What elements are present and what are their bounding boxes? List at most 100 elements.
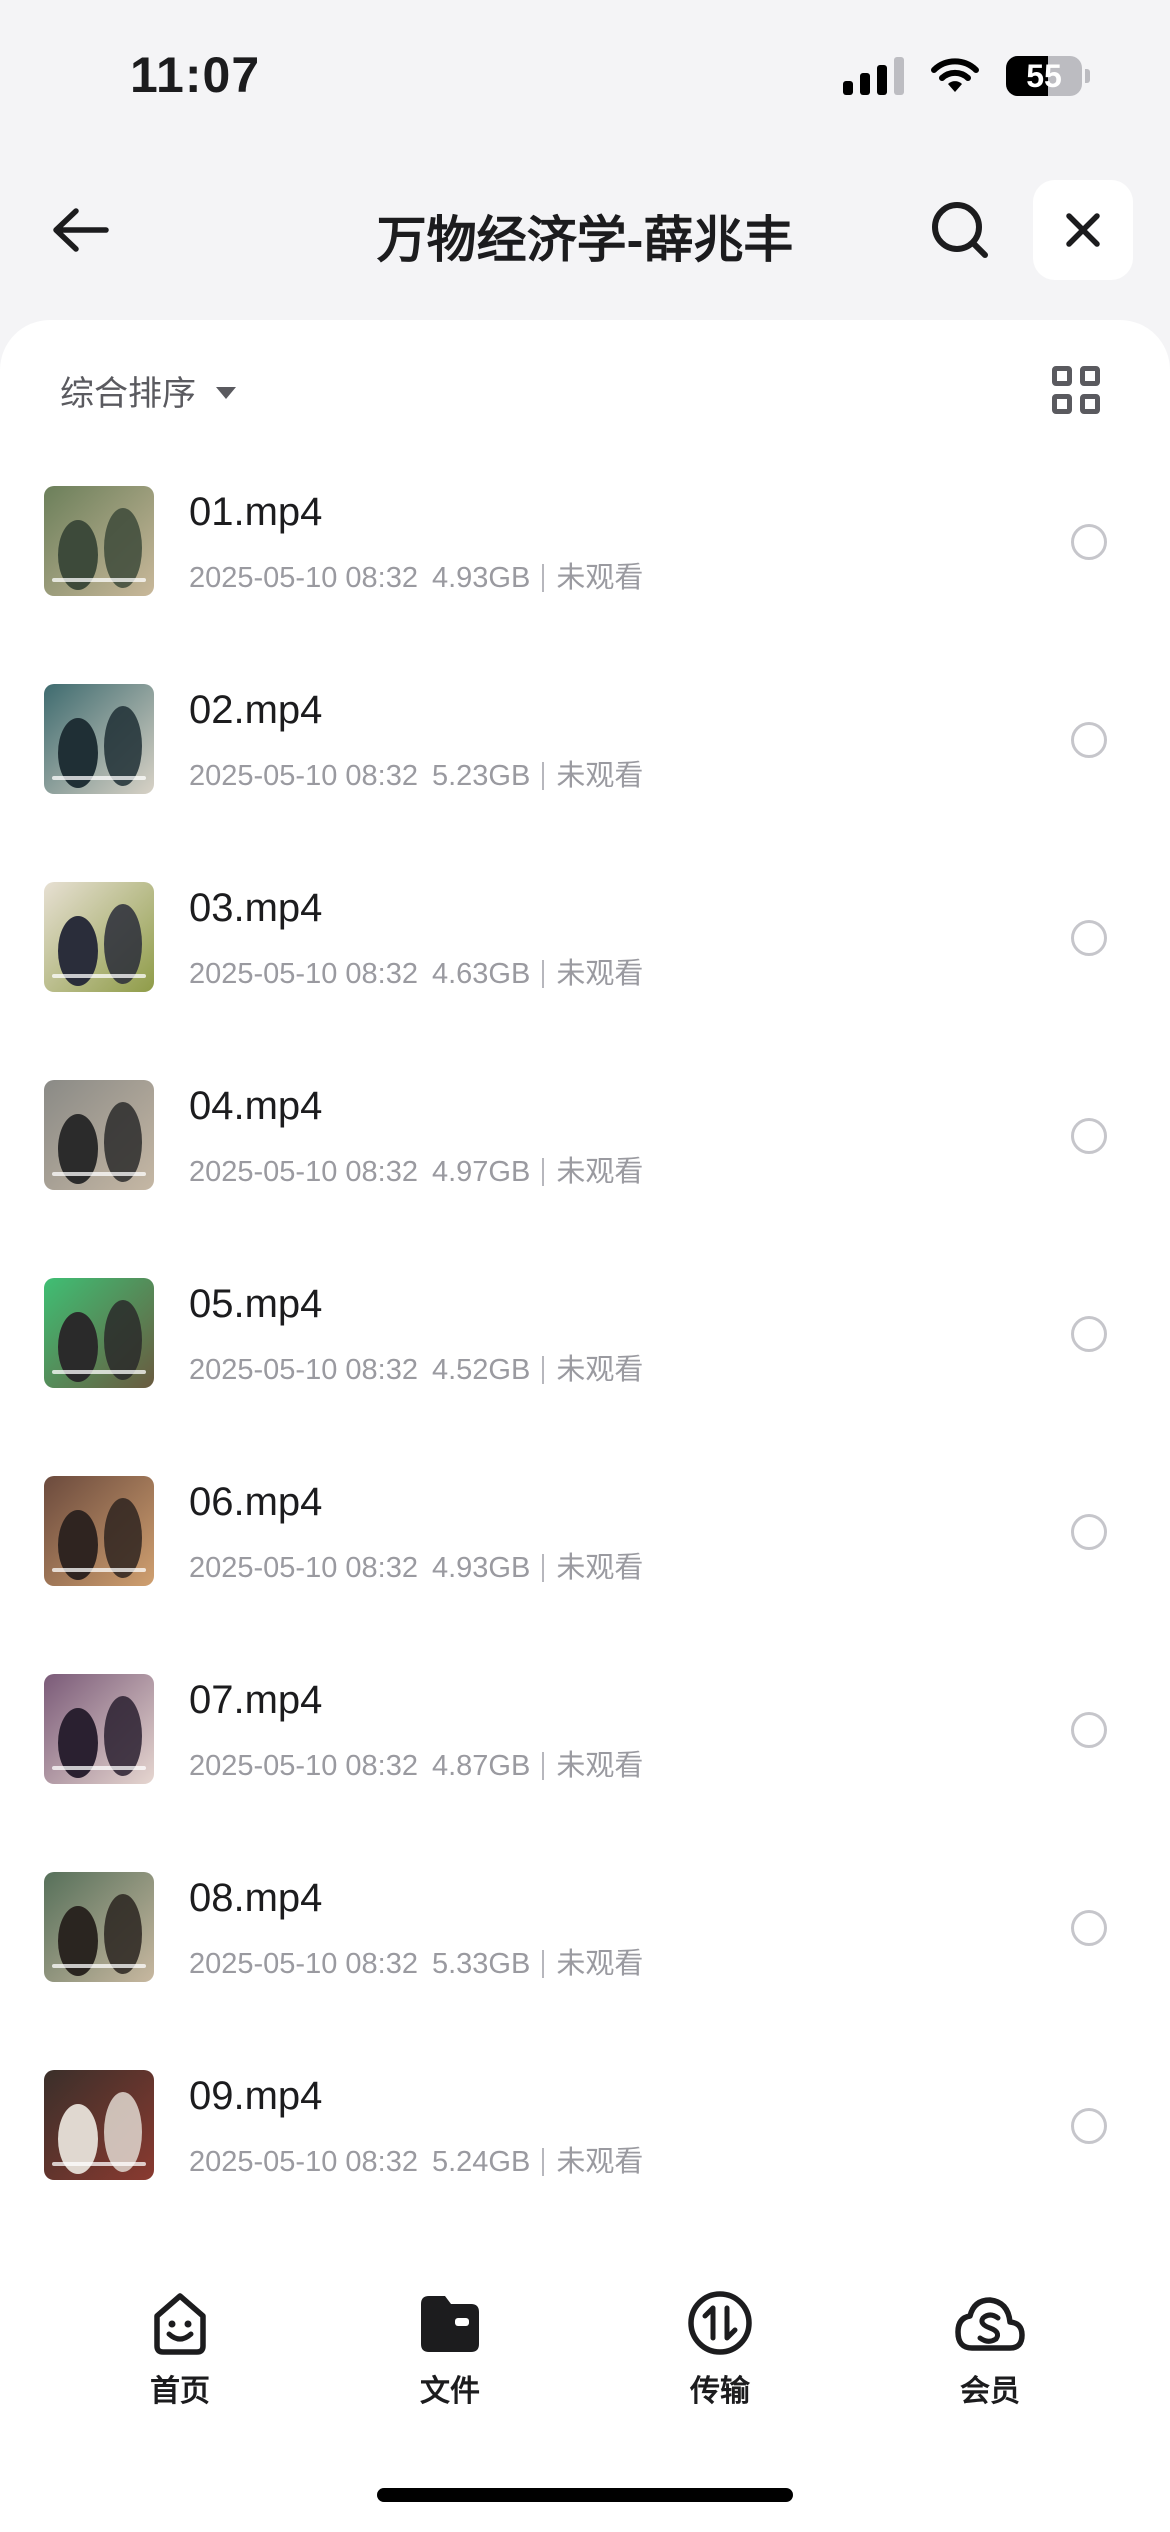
- file-meta: 2025-05-10 08:32 5.33GB 未观看: [189, 1940, 643, 1982]
- file-meta: 2025-05-10 08:32 4.93GB 未观看: [189, 554, 643, 596]
- file-size: 5.33GB: [431, 1948, 531, 1980]
- meta-divider: [542, 1950, 545, 1978]
- file-meta: 2025-05-10 08:32 4.63GB 未观看: [189, 950, 643, 992]
- video-thumbnail: [44, 1476, 154, 1586]
- video-thumbnail: [44, 2070, 154, 2180]
- file-date: 2025-05-10 08:32: [189, 1948, 418, 1980]
- video-thumbnail: [44, 684, 154, 794]
- file-row[interactable]: 03.mp4 2025-05-10 08:32 4.63GB 未观看: [0, 866, 1170, 1064]
- file-size: 5.24GB: [431, 2146, 531, 2178]
- file-size: 4.97GB: [431, 1156, 531, 1188]
- home-indicator: [377, 2488, 793, 2502]
- tab-files[interactable]: 文件: [380, 2288, 520, 2410]
- file-meta: 2025-05-10 08:32 5.23GB 未观看: [189, 752, 643, 794]
- folder-icon: [421, 2296, 479, 2352]
- file-date: 2025-05-10 08:32: [189, 760, 418, 792]
- select-radio[interactable]: [1071, 1910, 1107, 1946]
- sort-dropdown[interactable]: 综合排序: [60, 366, 236, 415]
- meta-divider: [542, 1752, 545, 1780]
- file-date: 2025-05-10 08:32: [189, 1354, 418, 1386]
- file-row[interactable]: 09.mp4 2025-05-10 08:32 5.24GB 未观看: [0, 2054, 1170, 2252]
- file-date: 2025-05-10 08:32: [189, 562, 418, 594]
- nav-header: 万物经济学-薛兆丰: [0, 160, 1170, 300]
- select-radio[interactable]: [1071, 1514, 1107, 1550]
- watch-status: 未观看: [556, 1354, 644, 1386]
- file-date: 2025-05-10 08:32: [189, 2146, 418, 2178]
- select-radio[interactable]: [1071, 524, 1107, 560]
- file-date: 2025-05-10 08:32: [189, 1552, 418, 1584]
- file-row[interactable]: 01.mp4 2025-05-10 08:32 4.93GB 未观看: [0, 470, 1170, 668]
- video-thumbnail: [44, 1674, 154, 1784]
- file-size: 4.52GB: [431, 1354, 531, 1386]
- tab-membership[interactable]: 会员: [920, 2288, 1060, 2410]
- file-row[interactable]: 04.mp4 2025-05-10 08:32 4.97GB 未观看: [0, 1064, 1170, 1262]
- video-thumbnail: [44, 882, 154, 992]
- tab-transfer[interactable]: 传输: [650, 2288, 790, 2410]
- file-meta: 2025-05-10 08:32 4.52GB 未观看: [189, 1346, 643, 1388]
- meta-divider: [542, 960, 545, 988]
- close-icon: [1066, 213, 1100, 247]
- meta-divider: [542, 564, 545, 592]
- file-name: 07.mp4: [189, 1678, 323, 1722]
- bottom-tab-bar: 首页 文件 传输 会员: [0, 2270, 1170, 2420]
- file-list: 01.mp4 2025-05-10 08:32 4.93GB 未观看 02.mp4 202…: [0, 470, 1170, 2252]
- file-date: 2025-05-10 08:32: [189, 1156, 418, 1188]
- file-name: 06.mp4: [189, 1480, 323, 1524]
- cloud-s-icon: [955, 2297, 1025, 2351]
- cellular-signal-icon: [843, 57, 904, 95]
- file-size: 4.63GB: [431, 958, 531, 990]
- file-size: 4.93GB: [431, 1552, 531, 1584]
- select-radio[interactable]: [1071, 2108, 1107, 2144]
- video-thumbnail: [44, 1872, 154, 1982]
- video-thumbnail: [44, 486, 154, 596]
- meta-divider: [542, 1554, 545, 1582]
- meta-divider: [542, 762, 545, 790]
- file-meta: 2025-05-10 08:32 4.87GB 未观看: [189, 1742, 643, 1784]
- smiley-box-icon: [154, 2293, 206, 2355]
- search-button[interactable]: [920, 190, 1000, 270]
- meta-divider: [542, 1158, 545, 1186]
- caret-down-icon: [216, 386, 236, 399]
- tab-membership-label: 会员: [960, 2375, 1020, 2408]
- tab-files-label: 文件: [420, 2375, 480, 2408]
- file-name: 01.mp4: [189, 490, 323, 534]
- file-date: 2025-05-10 08:32: [189, 1750, 418, 1782]
- select-radio[interactable]: [1071, 1118, 1107, 1154]
- file-name: 05.mp4: [189, 1282, 323, 1326]
- grid-view-button[interactable]: [1052, 366, 1100, 414]
- file-row[interactable]: 08.mp4 2025-05-10 08:32 5.33GB 未观看: [0, 1856, 1170, 2054]
- select-radio[interactable]: [1071, 1316, 1107, 1352]
- meta-divider: [542, 1356, 545, 1384]
- file-name: 09.mp4: [189, 2074, 323, 2118]
- watch-status: 未观看: [556, 760, 644, 792]
- tab-home[interactable]: 首页: [110, 2288, 250, 2410]
- file-size: 4.93GB: [431, 562, 531, 594]
- select-radio[interactable]: [1071, 722, 1107, 758]
- video-thumbnail: [44, 1080, 154, 1190]
- file-list-panel: 综合排序 01.mp4 2025-05-10 08:32 4.93GB 未观看 02.m…: [0, 320, 1170, 2532]
- file-name: 03.mp4: [189, 886, 323, 930]
- transfer-icon: [688, 2291, 752, 2355]
- watch-status: 未观看: [556, 1750, 644, 1782]
- file-name: 04.mp4: [189, 1084, 323, 1128]
- file-size: 5.23GB: [431, 760, 531, 792]
- watch-status: 未观看: [556, 1948, 644, 1980]
- screen: 11:07 55 万物经济学-薛兆丰 综合排序 01.mp4 2025-05-1…: [0, 0, 1170, 2532]
- file-meta: 2025-05-10 08:32 5.24GB 未观看: [189, 2138, 643, 2180]
- select-radio[interactable]: [1071, 920, 1107, 956]
- file-row[interactable]: 02.mp4 2025-05-10 08:32 5.23GB 未观看: [0, 668, 1170, 866]
- file-meta: 2025-05-10 08:32 4.93GB 未观看: [189, 1544, 643, 1586]
- file-row[interactable]: 05.mp4 2025-05-10 08:32 4.52GB 未观看: [0, 1262, 1170, 1460]
- battery-icon: 55: [1006, 56, 1082, 96]
- sort-label: 综合排序: [60, 375, 196, 413]
- select-radio[interactable]: [1071, 1712, 1107, 1748]
- meta-divider: [542, 2148, 545, 2176]
- video-thumbnail: [44, 1278, 154, 1388]
- search-icon: [932, 202, 988, 258]
- status-icons: 55: [843, 56, 1090, 96]
- wifi-icon: [931, 58, 979, 92]
- close-button[interactable]: [1033, 180, 1133, 280]
- file-row[interactable]: 06.mp4 2025-05-10 08:32 4.93GB 未观看: [0, 1460, 1170, 1658]
- watch-status: 未观看: [556, 1156, 644, 1188]
- file-row[interactable]: 07.mp4 2025-05-10 08:32 4.87GB 未观看: [0, 1658, 1170, 1856]
